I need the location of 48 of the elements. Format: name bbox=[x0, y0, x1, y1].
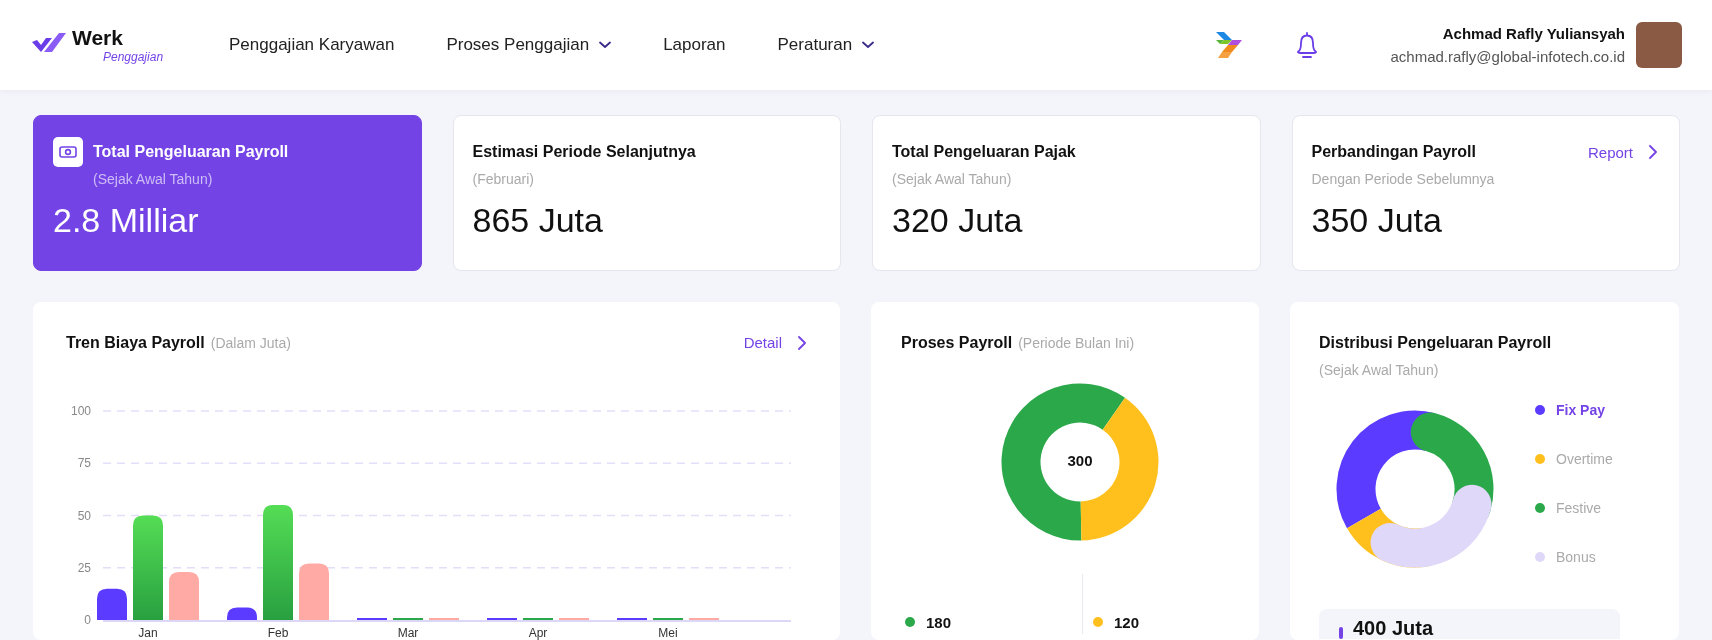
detail-link[interactable]: Detail bbox=[743, 334, 808, 351]
card-title: Proses Payroll bbox=[901, 334, 1013, 352]
logo-tagline: Penggajian bbox=[103, 50, 164, 64]
card-title: Distribusi Pengeluaran Payroll bbox=[1319, 334, 1553, 352]
card-title: Estimasi Periode Selanjutnya bbox=[472, 143, 696, 161]
card-title: Total Pengeluaran Payroll bbox=[93, 143, 289, 161]
axis-tick-label: Mei bbox=[658, 626, 678, 640]
axis-tick-label: Jan bbox=[138, 626, 158, 640]
chevron-right-icon bbox=[1647, 145, 1659, 159]
axis-tick-label: 75 bbox=[77, 456, 91, 471]
accent-bar bbox=[1339, 627, 1343, 639]
legend-item[interactable]: Fix Pay bbox=[1535, 401, 1613, 418]
report-link[interactable]: Report bbox=[1587, 143, 1659, 161]
axis-tick-label: Mar bbox=[397, 626, 419, 640]
card-title: Perbandingan Payroll bbox=[1311, 143, 1476, 161]
card-title: Tren Biaya Payroll bbox=[66, 334, 205, 352]
nav-link[interactable]: Proses Penggajian bbox=[446, 35, 612, 55]
axis-tick-label: 25 bbox=[77, 560, 91, 575]
legend-value: 180 bbox=[926, 613, 952, 631]
card-value: 865 Juta bbox=[472, 201, 604, 240]
user-email: achmad.rafly@global-infotech.co.id bbox=[1390, 48, 1625, 65]
logo-name: Werk bbox=[72, 26, 124, 50]
diamond-logo-icon[interactable] bbox=[1214, 30, 1245, 60]
card-value: 350 Juta bbox=[1311, 201, 1443, 240]
card-value: 320 Juta bbox=[892, 201, 1024, 240]
chevron-right-icon bbox=[796, 335, 808, 350]
axis-tick-label: 100 bbox=[70, 404, 91, 418]
card-subtitle: (Periode Bulan Ini) bbox=[1018, 335, 1135, 351]
card-subtitle: (Sejak Awal Tahun) bbox=[1319, 362, 1440, 378]
card-value: 2.8 Milliar bbox=[53, 201, 200, 240]
card-subtitle: (Sejak Awal Tahun) bbox=[93, 171, 214, 187]
nav-link[interactable]: Laporan bbox=[663, 35, 726, 55]
donut-total: 300 bbox=[1066, 452, 1094, 469]
nav-link[interactable]: Peraturan bbox=[777, 35, 875, 55]
user-name: Achmad Rafly Yuliansyah bbox=[1442, 25, 1625, 42]
card-subtitle: Dengan Periode Sebelumnya bbox=[1311, 171, 1496, 187]
axis-tick-label: 0 bbox=[84, 613, 91, 627]
axis-tick-label: 50 bbox=[77, 508, 91, 523]
card-title: Total Pengeluaran Pajak bbox=[892, 143, 1076, 161]
card-subtitle: (Sejak Awal Tahun) bbox=[892, 171, 1013, 187]
nav-link[interactable]: Penggajian Karyawan bbox=[229, 35, 395, 55]
legend-value: 120 bbox=[1114, 613, 1140, 631]
axis-tick-label: Feb bbox=[267, 626, 289, 640]
banknote-icon bbox=[53, 137, 83, 167]
panel-value: 400 Juta bbox=[1353, 617, 1434, 639]
axis-tick-label: Apr bbox=[528, 626, 548, 640]
card-subtitle: (Dalam Juta) bbox=[210, 335, 291, 351]
card-subtitle: (Februari) bbox=[472, 171, 535, 187]
